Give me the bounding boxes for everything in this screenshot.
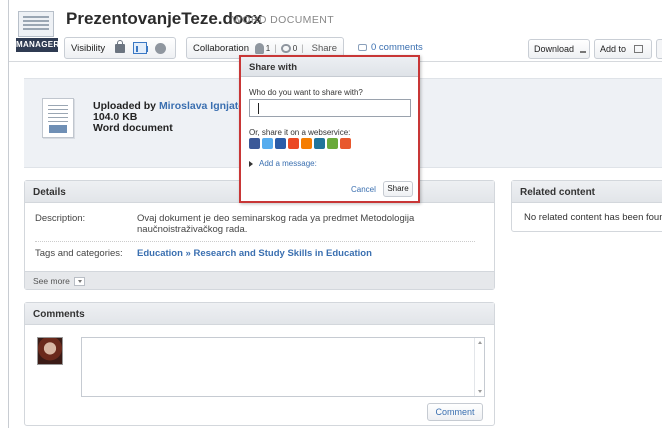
comment-textarea[interactable] <box>81 337 485 397</box>
share-popover: Share with Who do you want to share with… <box>239 55 420 203</box>
related-content-panel: Related content No related content has b… <box>511 180 662 232</box>
twitter-icon[interactable] <box>262 138 273 149</box>
share-question: Who do you want to share with? <box>249 88 363 97</box>
digg-icon[interactable] <box>327 138 338 149</box>
description-label: Description: <box>35 213 86 224</box>
people-count: 1 <box>265 43 271 53</box>
comments-panel: Comments Comment <box>24 302 495 426</box>
blogger-icon[interactable] <box>301 138 312 149</box>
tags-link[interactable]: Education » Research and Study Skills in… <box>137 248 467 259</box>
people-icon[interactable] <box>254 42 264 54</box>
more-services-icon[interactable] <box>340 138 351 149</box>
add-to-button[interactable]: Add to <box>594 39 652 59</box>
comments-link[interactable]: 0 comments <box>358 42 423 53</box>
share-popover-title: Share with <box>241 57 418 77</box>
add-message-toggle[interactable]: Add a message: <box>249 159 317 168</box>
add-to-label: Add to <box>600 44 627 54</box>
link-count: 0 <box>292 43 298 53</box>
facebook-icon[interactable] <box>249 138 260 149</box>
document-thumbnail[interactable] <box>42 98 74 138</box>
share-button[interactable]: Share <box>383 181 413 197</box>
visibility-control: Visibility <box>64 37 176 59</box>
file-kind: Word document <box>93 122 173 134</box>
delicious-icon[interactable] <box>275 138 286 149</box>
related-heading: Related content <box>512 181 662 203</box>
add-to-icon <box>634 45 644 53</box>
download-button[interactable]: Download <box>528 39 590 59</box>
chevron-down-icon[interactable] <box>73 277 85 287</box>
description-value: Ovaj dokument je deo seminarskog rada ya… <box>137 213 415 235</box>
download-icon <box>580 45 587 53</box>
tags-label: Tags and categories: <box>35 248 123 259</box>
collaboration-label: Collaboration <box>193 42 249 54</box>
document-icon <box>18 11 54 37</box>
scrollbar[interactable] <box>474 338 484 396</box>
divider: | <box>274 42 277 54</box>
more-button[interactable] <box>656 39 662 59</box>
expand-icon <box>249 160 253 167</box>
webservice-icons <box>249 138 351 149</box>
see-more-label[interactable]: See more <box>33 276 70 286</box>
related-empty-text: No related content has been found <box>524 212 662 223</box>
share-toggle[interactable]: Share <box>312 43 337 54</box>
divider <box>35 241 475 242</box>
document-type-label: WORD DOCUMENT <box>232 14 335 26</box>
page-border <box>8 0 9 428</box>
link-icon[interactable] <box>280 43 291 53</box>
comments-count[interactable]: 0 comments <box>371 42 423 53</box>
download-label: Download <box>534 44 575 54</box>
wordpress-icon[interactable] <box>314 138 325 149</box>
see-more-bar[interactable]: See more <box>25 271 494 289</box>
organization-icon[interactable] <box>133 42 149 54</box>
divider: | <box>301 42 304 54</box>
share-with-input[interactable] <box>249 99 411 117</box>
comments-heading: Comments <box>25 303 494 325</box>
globe-icon[interactable] <box>155 42 167 54</box>
share-webservice-label: Or, share it on a webservice: <box>249 128 351 137</box>
document-page: MANAGER PrezentovanjeTeze.docx WORD DOCU… <box>0 0 662 428</box>
avatar <box>37 337 63 365</box>
comment-button[interactable]: Comment <box>427 403 483 421</box>
cancel-button[interactable]: Cancel <box>351 185 376 194</box>
lock-icon[interactable] <box>115 39 126 53</box>
manager-badge: MANAGER <box>16 38 59 52</box>
stumbleupon-icon[interactable] <box>288 138 299 149</box>
add-message-label[interactable]: Add a message: <box>259 159 317 168</box>
comment-icon <box>358 43 367 51</box>
visibility-label: Visibility <box>71 42 106 54</box>
